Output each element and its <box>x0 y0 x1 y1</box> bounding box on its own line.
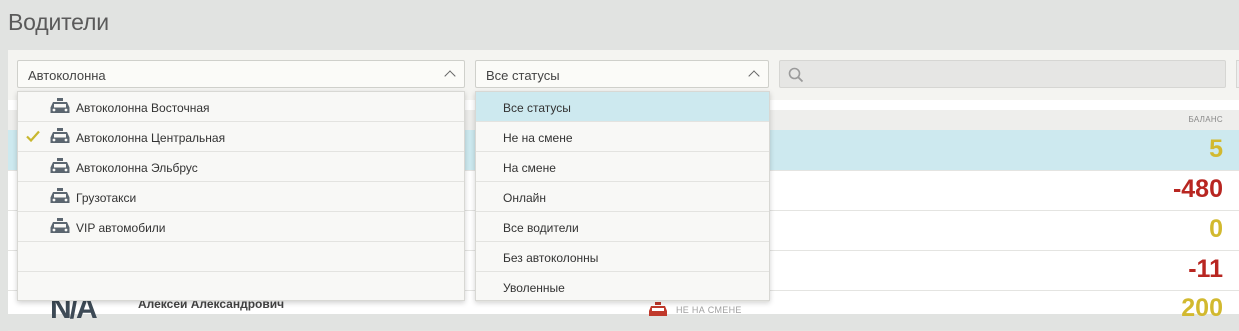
row-balance: 200 <box>1181 294 1223 322</box>
row-balance: 0 <box>1209 215 1223 243</box>
fleet-option-label: Автоколонна Восточная <box>76 101 210 115</box>
search-input[interactable] <box>810 61 1214 89</box>
search-icon <box>788 67 804 83</box>
fleet-option-label: Автоколонна Центральная <box>76 131 226 145</box>
taxi-icon <box>50 218 70 233</box>
status-select-value: Все статусы <box>486 68 560 83</box>
status-option[interactable]: Уволенные <box>476 272 769 302</box>
status-option-label: Онлайн <box>503 191 546 205</box>
status-option-label: Не на смене <box>503 131 573 145</box>
taxi-icon <box>50 128 70 143</box>
taxi-status-icon <box>649 302 667 316</box>
status-option-label: Уволенные <box>503 281 565 295</box>
taxi-icon <box>50 188 70 203</box>
status-option-label: Без автоколонны <box>503 251 599 265</box>
status-option-label: Все статусы <box>503 101 571 115</box>
fleet-option-label: Грузотакси <box>76 191 137 205</box>
page-title: Водители <box>8 9 109 35</box>
fleet-option[interactable]: Грузотакси <box>18 182 464 212</box>
status-option[interactable]: Все статусы <box>476 92 769 122</box>
fleet-option[interactable]: Автоколонна Центральная <box>18 122 464 152</box>
driver-status: НЕ НА СМЕНЕ <box>648 302 742 318</box>
column-balance: БАЛАНС <box>1188 115 1223 124</box>
fleet-option[interactable]: VIP автомобили <box>18 212 464 242</box>
check-icon <box>26 130 40 142</box>
status-option[interactable]: Онлайн <box>476 182 769 212</box>
fleet-select-value: Автоколонна <box>28 68 106 83</box>
fleet-option-label: Автоколонна Эльбрус <box>76 161 198 175</box>
status-option[interactable]: Все водители <box>476 212 769 242</box>
chevron-up-icon <box>748 70 760 82</box>
taxi-icon <box>50 158 70 173</box>
status-option-label: На смене <box>503 161 556 175</box>
fleet-option-empty <box>18 242 464 272</box>
status-option[interactable]: Не на смене <box>476 122 769 152</box>
fleet-option[interactable]: Автоколонна Восточная <box>18 92 464 122</box>
row-balance: 5 <box>1209 135 1223 163</box>
chevron-up-icon <box>444 70 456 82</box>
fleet-option[interactable]: Автоколонна Эльбрус <box>18 152 464 182</box>
fleet-option-label: VIP автомобили <box>76 221 166 235</box>
status-dropdown: Все статусы Не на смене На смене Онлайн Все … <box>475 91 770 302</box>
status-option-label: Все водители <box>503 221 579 235</box>
status-option[interactable]: На смене <box>476 152 769 182</box>
row-balance: -11 <box>1188 255 1223 283</box>
fleet-dropdown: Автоколонна Восточная Автоколонна Централ… <box>17 91 465 301</box>
search-box[interactable] <box>779 60 1226 89</box>
status-select[interactable]: Все статусы <box>475 60 769 88</box>
fleet-select[interactable]: Автоколонна <box>17 60 465 88</box>
taxi-icon <box>50 98 70 113</box>
row-balance: -480 <box>1172 175 1223 203</box>
status-option[interactable]: Без автоколонны <box>476 242 769 272</box>
